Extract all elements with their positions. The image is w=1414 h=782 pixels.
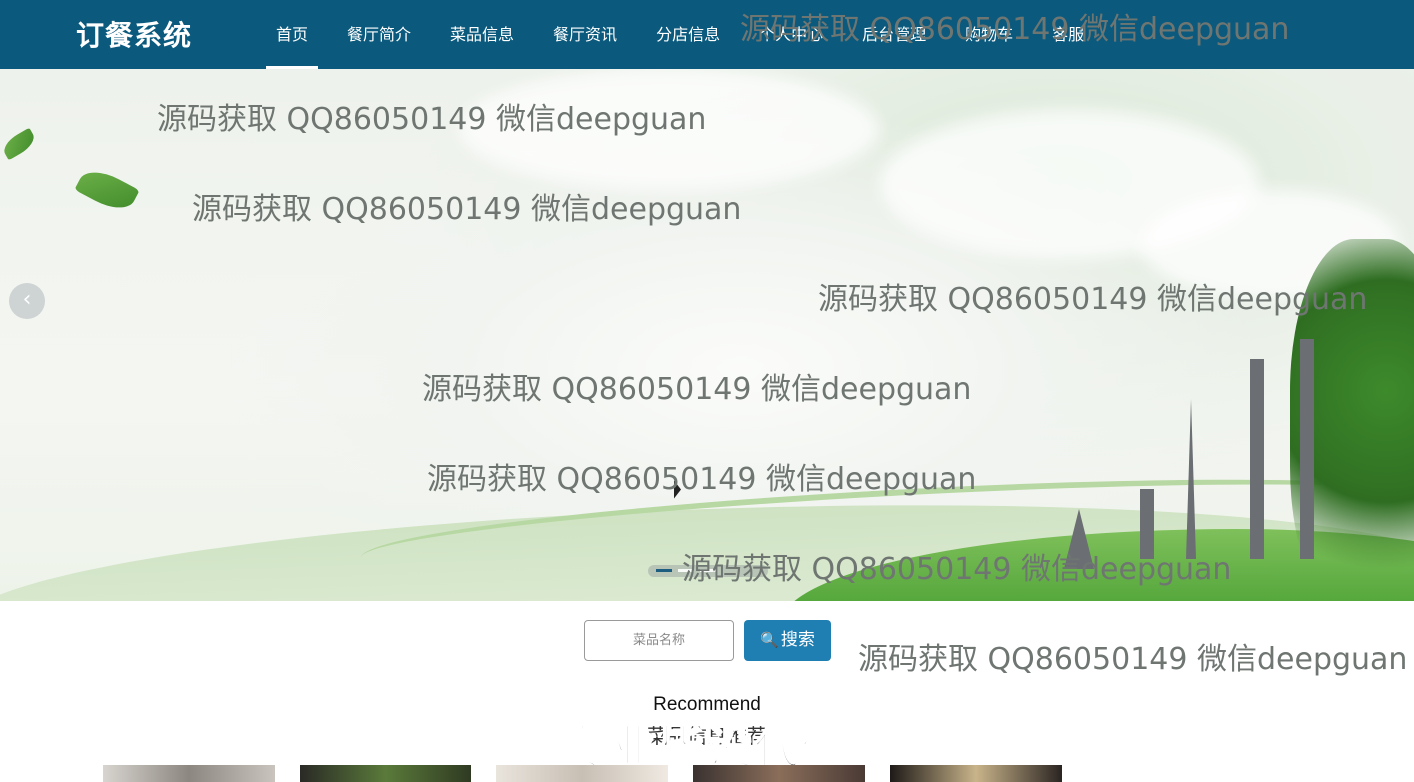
search-button[interactable]: 🔍 搜索	[744, 620, 831, 661]
watermark-text: 源码获取 QQ86050149 微信deepguan	[682, 552, 1232, 587]
watermark-text: 源码获取 QQ86050149 微信deepguan	[422, 372, 972, 407]
skyscraper-icon	[1300, 339, 1314, 559]
watermark-text: 源码获取 QQ86050149 微信deepguan	[157, 102, 707, 137]
carousel-prev-button[interactable]: ‹	[9, 283, 45, 319]
search-icon: 🔍	[760, 631, 779, 649]
watermark-text: 源码获取 QQ86050149 微信deepguan	[858, 642, 1408, 677]
nav-item-about[interactable]: 餐厅简介	[337, 0, 421, 69]
hero-banner-carousel[interactable]: ‹	[0, 69, 1414, 601]
site-logo[interactable]: 订餐系统	[76, 14, 192, 54]
dish-thumbnail-row	[103, 765, 1087, 782]
search-button-label: 搜索	[780, 630, 815, 650]
nav-item-home[interactable]: 首页	[266, 0, 319, 69]
nav-item-dishes[interactable]: 菜品信息	[440, 0, 524, 69]
carousel-dot-active[interactable]	[656, 569, 672, 572]
leaf-icon	[74, 163, 140, 217]
leaf-icon	[0, 127, 39, 161]
dish-thumbnail[interactable]	[693, 765, 865, 782]
dish-thumbnail[interactable]	[300, 765, 471, 782]
dish-thumbnail[interactable]	[890, 765, 1062, 782]
watermark-text: 源码获取 QQ86050149 微信deepguan	[192, 192, 742, 227]
dish-thumbnail[interactable]	[496, 765, 668, 782]
dish-search-input[interactable]	[584, 620, 734, 661]
watermark-text: 源码获取 QQ86050149 微信deepguan	[427, 462, 977, 497]
skyscraper-icon	[1250, 359, 1264, 559]
nav-item-news[interactable]: 餐厅资讯	[543, 0, 627, 69]
watermark-text: 源码获取 QQ86050149 微信deepguan	[740, 12, 1290, 47]
dish-thumbnail[interactable]	[103, 765, 275, 782]
watermark-text: 源码获取 QQ86050149 微信deepguan	[818, 282, 1368, 317]
nav-item-branches[interactable]: 分店信息	[646, 0, 730, 69]
